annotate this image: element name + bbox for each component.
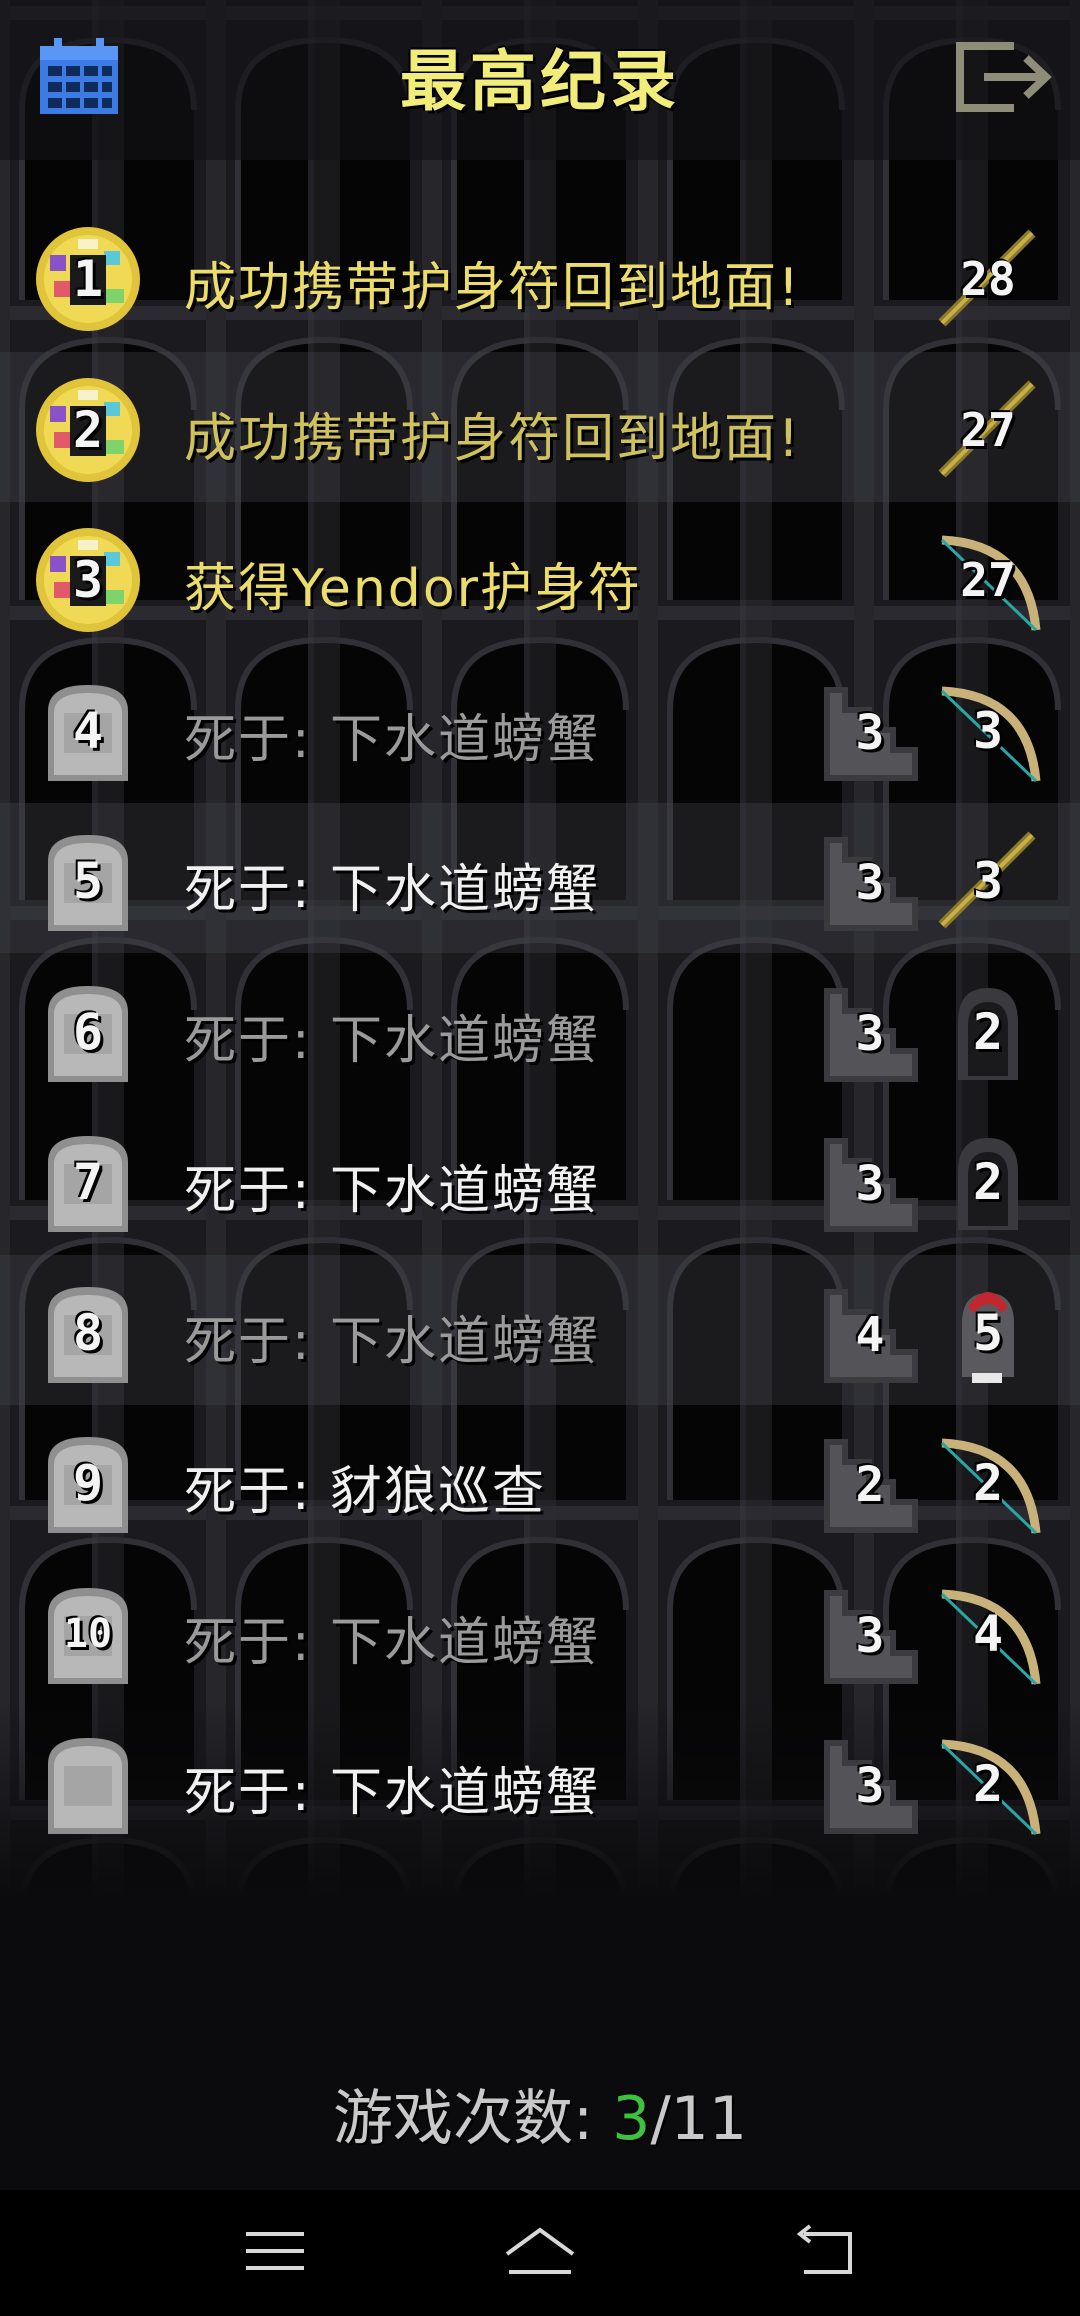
record-level: 2 xyxy=(972,1755,1004,1813)
depth-stairs-icon: 3 xyxy=(818,1584,922,1688)
bow-class-icon: 3 xyxy=(932,675,1044,787)
menu-icon[interactable] xyxy=(230,2216,320,2286)
record-row[interactable]: 2 成功携带护身符回到地面! 27 xyxy=(0,351,1080,502)
record-row[interactable]: 10 死于: 下水道螃蟹 3 4 xyxy=(0,1556,1080,1706)
record-row[interactable]: 5 死于: 下水道螃蟹 3 3 xyxy=(0,803,1080,953)
record-description: 死于: 下水道螃蟹 xyxy=(184,860,601,920)
games-played-current: 3 xyxy=(612,2084,651,2154)
depth-stairs-icon: 3 xyxy=(818,1734,922,1838)
record-description: 死于: 下水道螃蟹 xyxy=(184,1763,601,1823)
record-depth: 3 xyxy=(855,1607,885,1664)
staff-class-icon: 27 xyxy=(932,374,1044,486)
back-icon[interactable] xyxy=(780,2216,870,2286)
depth-stairs-icon: 2 xyxy=(818,1433,922,1537)
record-rank xyxy=(34,1730,142,1838)
record-description: 死于: 下水道螃蟹 xyxy=(184,1010,601,1071)
record-depth: 3 xyxy=(855,1156,885,1212)
depth-stairs-icon: 3 xyxy=(818,1132,922,1236)
record-rank: 2 xyxy=(72,400,104,459)
record-level: 2 xyxy=(972,1002,1004,1061)
record-level: 27 xyxy=(960,402,1016,457)
record-level: 5 xyxy=(972,1303,1004,1362)
home-icon[interactable] xyxy=(495,2216,585,2286)
record-depth: 3 xyxy=(855,855,885,911)
depth-stairs-icon: 3 xyxy=(818,982,922,1086)
record-description: 死于: 下水道螃蟹 xyxy=(184,709,601,770)
bow-class-icon: 27 xyxy=(932,524,1044,636)
hood-class-icon: 2 xyxy=(932,1126,1044,1238)
tombstone-icon: 7 xyxy=(34,1128,142,1236)
depth-stairs-icon: 3 xyxy=(818,831,922,935)
record-depth: 4 xyxy=(855,1306,885,1363)
hood-class-icon: 2 xyxy=(932,976,1044,1088)
record-rank: 1 xyxy=(72,250,104,308)
tombstone-icon xyxy=(34,1730,142,1838)
record-depth: 3 xyxy=(855,1758,885,1814)
record-rank: 10 xyxy=(63,1610,113,1657)
record-description: 获得Yendor护身符 xyxy=(184,559,643,619)
record-description: 死于: 豺狼巡查 xyxy=(184,1462,547,1522)
record-rank: 4 xyxy=(72,701,104,760)
record-description: 成功携带护身符回到地面! xyxy=(184,258,801,318)
record-row[interactable]: 7 死于: 下水道螃蟹 3 2 xyxy=(0,1104,1080,1254)
record-rank: 8 xyxy=(72,1303,104,1362)
bow-class-icon: 2 xyxy=(932,1427,1044,1539)
record-row[interactable]: 8 死于: 下水道螃蟹 4 5 xyxy=(0,1254,1080,1405)
record-description: 死于: 下水道螃蟹 xyxy=(184,1311,601,1372)
amulet-badge-icon: 3 xyxy=(34,526,142,634)
record-row[interactable]: 4 死于: 下水道螃蟹 3 3 xyxy=(0,653,1080,803)
records-list: 1 成功携带护身符回到地面! 28 2 成功携带护身符回到地面! 27 3 获得Yendor护… xyxy=(0,0,1080,2000)
record-rank: 7 xyxy=(72,1153,104,1211)
tombstone-icon: 5 xyxy=(34,827,142,935)
tombstone-icon: 4 xyxy=(34,677,142,785)
tombstone-icon: 10 xyxy=(34,1580,142,1688)
record-level: 2 xyxy=(972,1153,1004,1211)
record-level: 27 xyxy=(960,553,1016,607)
games-played-total: 11 xyxy=(670,2084,748,2154)
record-depth: 2 xyxy=(855,1457,885,1513)
record-level: 3 xyxy=(972,852,1004,910)
staff-class-icon: 28 xyxy=(932,223,1044,335)
record-description: 死于: 下水道螃蟹 xyxy=(184,1612,601,1673)
tombstone-icon: 9 xyxy=(34,1429,142,1537)
record-description: 死于: 下水道螃蟹 xyxy=(184,1161,601,1221)
record-level: 3 xyxy=(972,701,1004,760)
system-nav-bar xyxy=(0,2190,1080,2316)
games-played-separator: / xyxy=(650,2084,671,2154)
record-row[interactable]: 6 死于: 下水道螃蟹 3 2 xyxy=(0,954,1080,1104)
depth-stairs-icon: 4 xyxy=(818,1283,922,1387)
record-depth: 3 xyxy=(855,1005,885,1062)
record-row[interactable]: 9 死于: 豺狼巡查 2 2 xyxy=(0,1405,1080,1555)
bow-class-icon: 4 xyxy=(932,1578,1044,1690)
record-level: 28 xyxy=(960,252,1016,306)
helmet-class-icon: 5 xyxy=(932,1277,1044,1389)
bow-class-icon: 2 xyxy=(932,1728,1044,1840)
record-row[interactable]: 3 获得Yendor护身符 27 xyxy=(0,502,1080,652)
record-row[interactable]: 1 成功携带护身符回到地面! 28 xyxy=(0,201,1080,351)
record-level: 2 xyxy=(972,1454,1004,1512)
depth-stairs-icon: 3 xyxy=(818,681,922,785)
tombstone-icon: 6 xyxy=(34,978,142,1086)
record-depth: 3 xyxy=(855,704,885,761)
amulet-badge-icon: 1 xyxy=(34,225,142,333)
games-played: 游戏次数: 3/11 xyxy=(0,2070,1080,2157)
record-rank: 3 xyxy=(72,551,104,609)
record-rank: 6 xyxy=(72,1002,104,1061)
tombstone-icon: 8 xyxy=(34,1279,142,1387)
games-played-label: 游戏次数: xyxy=(332,2084,594,2154)
amulet-badge-icon: 2 xyxy=(34,376,142,484)
record-row[interactable]: 死于: 下水道螃蟹 3 2 xyxy=(0,1706,1080,1856)
staff-class-icon: 3 xyxy=(932,825,1044,937)
record-description: 成功携带护身符回到地面! xyxy=(184,408,801,469)
record-rank: 5 xyxy=(72,852,104,910)
record-level: 4 xyxy=(972,1604,1004,1663)
record-rank: 9 xyxy=(72,1454,104,1512)
